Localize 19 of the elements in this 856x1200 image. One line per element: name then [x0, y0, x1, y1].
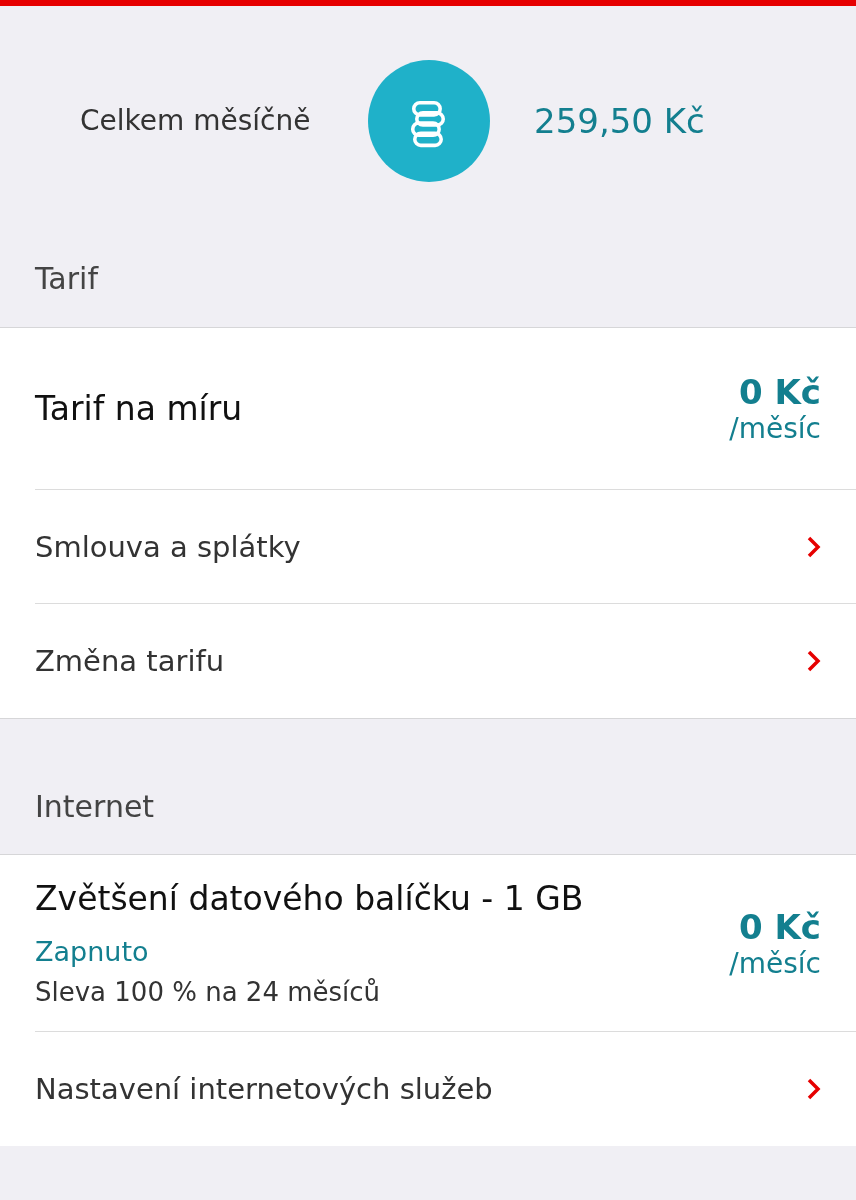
- menu-item[interactable]: Smlouva a splátky: [35, 490, 856, 604]
- section-header: Tarif: [35, 261, 98, 296]
- item-title: Tarif na míru: [35, 389, 243, 428]
- menu-item[interactable]: Změna tarifu: [35, 604, 856, 718]
- price: 0 Kč: [739, 906, 821, 947]
- section-header: Internet: [35, 789, 155, 824]
- coins-icon: [368, 59, 490, 182]
- price: 0 Kč: [739, 372, 821, 412]
- item-title: Zvětšení datového balíčku - 1 GB: [35, 879, 584, 918]
- price-period: /měsíc: [729, 946, 821, 980]
- chevron-icon: [807, 535, 821, 558]
- discount-note: Sleva 100 % na 24 měsíců: [35, 977, 382, 1007]
- status-text: Zapnuto: [35, 936, 150, 967]
- menu-item[interactable]: Nastavení internetových služeb: [35, 1032, 856, 1146]
- chevron-icon: [807, 650, 821, 672]
- chevron-icon: [807, 1078, 821, 1100]
- price-period: /měsíc: [729, 412, 821, 445]
- total-label: Celkem měsíčně: [80, 104, 312, 137]
- total-amount: 259,50 Kč: [534, 100, 705, 141]
